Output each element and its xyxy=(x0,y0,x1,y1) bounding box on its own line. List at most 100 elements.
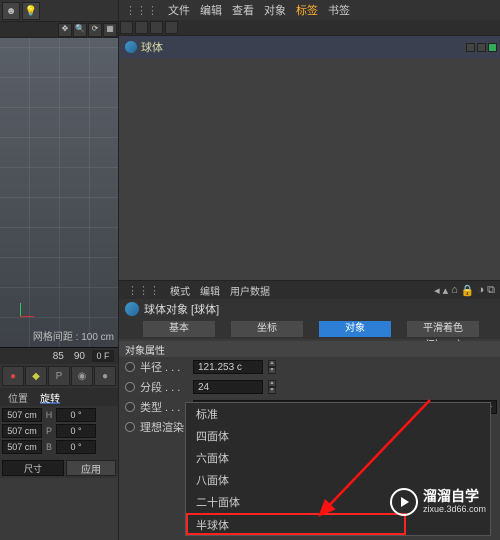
coord-y-size[interactable] xyxy=(2,424,42,438)
prop-radius-label: 半径 . . . xyxy=(140,359,188,375)
coord-b-rot[interactable] xyxy=(56,440,96,454)
menu-object[interactable]: 对象 xyxy=(264,2,286,18)
nav-home-icon[interactable]: ⌂ xyxy=(451,284,458,297)
top-icon-row: ☻ 💡 xyxy=(0,0,118,22)
autokey-button[interactable]: ◆ xyxy=(25,366,47,386)
dd-option-hemisphere[interactable]: 半球体 xyxy=(186,513,406,535)
menu-view[interactable]: 查看 xyxy=(232,2,254,18)
tab-phong[interactable]: 平滑着色(Phong) xyxy=(407,321,479,337)
om-tool-1[interactable] xyxy=(120,21,133,34)
object-title-row: 球体对象 [球体] xyxy=(119,299,500,319)
prop-segments-label: 分段 . . . xyxy=(140,379,188,395)
timeline-row: 85 90 xyxy=(0,348,118,364)
segments-step-up[interactable]: ▲ xyxy=(268,380,276,387)
key-opt-button[interactable]: ● xyxy=(94,366,116,386)
key-p-button[interactable]: P xyxy=(48,366,70,386)
object-title-text: 球体对象 [球体] xyxy=(144,301,219,317)
object-manager-menu: ⋮⋮⋮ 文件 编辑 查看 对象 标签 书签 xyxy=(119,0,500,20)
tab-position[interactable]: 位置 xyxy=(8,390,28,404)
tab-coord[interactable]: 坐标 xyxy=(231,321,303,337)
object-manager-toolbar xyxy=(119,20,500,36)
menu-sep: ⋮⋮⋮ xyxy=(125,4,158,17)
watermark: 溜溜自学 zixue.3d66.com xyxy=(390,488,486,516)
radius-step-up[interactable]: ▲ xyxy=(268,360,276,367)
menu-bookmarks[interactable]: 书签 xyxy=(328,2,350,18)
nav-back-icon[interactable]: ◂ xyxy=(434,284,440,297)
transform-tabs: 位置 旋转 xyxy=(0,388,118,406)
menu-file[interactable]: 文件 xyxy=(168,2,190,18)
section-object-props: 对象属性 xyxy=(119,341,500,357)
coord-panel: H P B xyxy=(0,406,118,458)
viewport-toolbar: ✥ 🔍 ⟳ ▦ xyxy=(0,22,118,38)
prop-type-label: 类型 . . . xyxy=(140,399,188,415)
apply-button[interactable]: 应用 xyxy=(66,460,116,476)
vp-tool-pan[interactable]: ✥ xyxy=(58,23,72,37)
vp-tool-zoom[interactable]: 🔍 xyxy=(73,23,87,37)
om-tool-2[interactable] xyxy=(135,21,148,34)
om-tool-3[interactable] xyxy=(150,21,163,34)
key-pos-button[interactable]: ◉ xyxy=(71,366,93,386)
visibility-render-dot[interactable] xyxy=(477,43,486,52)
dd-option-standard[interactable]: 标准 xyxy=(186,403,490,425)
apply-row: 尺寸 应用 xyxy=(0,458,118,478)
dd-option-tetra[interactable]: 四面体 xyxy=(186,425,490,447)
timeline-frame-field[interactable] xyxy=(92,350,114,362)
coord-x-size[interactable] xyxy=(2,408,42,422)
watermark-url: zixue.3d66.com xyxy=(423,505,486,515)
menu-edit[interactable]: 编辑 xyxy=(200,2,222,18)
hierarchy-item-sphere[interactable]: 球体 xyxy=(119,36,500,58)
attribute-tabs: 基本 坐标 对象 平滑着色(Phong) xyxy=(119,319,500,339)
prop-segments-row: 分段 . . . ▲▼ xyxy=(119,377,500,397)
coord-h-rot[interactable] xyxy=(56,408,96,422)
anim-dot-radius[interactable] xyxy=(125,362,135,372)
size-mode-select[interactable]: 尺寸 xyxy=(2,460,64,476)
viewport-3d[interactable]: 网格间距 : 100 cm xyxy=(0,38,118,348)
coord-h-label: H xyxy=(44,410,54,420)
vp-tool-grid[interactable]: ▦ xyxy=(103,23,117,37)
radius-step-down[interactable]: ▼ xyxy=(268,367,276,374)
settings-icon[interactable]: ◑ xyxy=(477,284,484,297)
vp-tool-rotate[interactable]: ⟳ xyxy=(88,23,102,37)
record-button[interactable]: ● xyxy=(2,366,24,386)
am-sep: ⋮⋮⋮ xyxy=(127,284,160,297)
visibility-editor-dot[interactable] xyxy=(466,43,475,52)
anim-dot-ideal[interactable] xyxy=(125,422,135,432)
coord-z-size[interactable] xyxy=(2,440,42,454)
tab-object[interactable]: 对象 xyxy=(319,321,391,337)
dd-option-hexa[interactable]: 六面体 xyxy=(186,447,490,469)
anim-dot-type[interactable] xyxy=(125,402,135,412)
object-hierarchy[interactable]: 球体 xyxy=(119,36,500,281)
segments-step-down[interactable]: ▼ xyxy=(268,387,276,394)
transport-row: ● ◆ P ◉ ● xyxy=(0,364,118,388)
am-edit[interactable]: 编辑 xyxy=(200,283,220,298)
grid-spacing-label: 网格间距 : 100 cm xyxy=(33,328,114,343)
prop-ideal-label: 理想渲染 xyxy=(140,419,184,435)
hierarchy-item-label: 球体 xyxy=(141,39,163,55)
prop-radius-field[interactable] xyxy=(193,360,263,374)
attribute-manager-head: ⋮⋮⋮ 模式 编辑 用户数据 ◂ ▴ ⌂ 🔒 ◑ ⧉ xyxy=(119,281,500,299)
coord-b-label: B xyxy=(44,442,54,452)
tab-rotate[interactable]: 旋转 xyxy=(40,390,60,404)
face-icon[interactable]: ☻ xyxy=(2,2,20,20)
coord-p-label: P xyxy=(44,426,54,436)
sphere-icon xyxy=(125,41,137,53)
menu-icon[interactable]: ⧉ xyxy=(487,284,495,297)
bulb-icon[interactable]: 💡 xyxy=(22,2,40,20)
anim-dot-segments[interactable] xyxy=(125,382,135,392)
timeline-num-b: 90 xyxy=(71,351,88,362)
menu-tags[interactable]: 标签 xyxy=(296,2,318,18)
timeline-num-a: 85 xyxy=(50,351,67,362)
prop-radius-row: 半径 . . . ▲▼ xyxy=(119,357,500,377)
watermark-brand: 溜溜自学 xyxy=(423,489,486,504)
tab-basic[interactable]: 基本 xyxy=(143,321,215,337)
prop-segments-field[interactable] xyxy=(193,380,263,394)
coord-p-rot[interactable] xyxy=(56,424,96,438)
nav-up-icon[interactable]: ▴ xyxy=(443,284,449,297)
sphere-title-icon xyxy=(125,302,139,316)
watermark-play-icon xyxy=(390,488,418,516)
am-userdata[interactable]: 用户数据 xyxy=(230,283,270,298)
om-tool-4[interactable] xyxy=(165,21,178,34)
lock-icon[interactable]: 🔒 xyxy=(461,284,475,297)
am-mode[interactable]: 模式 xyxy=(170,283,190,298)
enable-dot[interactable] xyxy=(488,43,497,52)
